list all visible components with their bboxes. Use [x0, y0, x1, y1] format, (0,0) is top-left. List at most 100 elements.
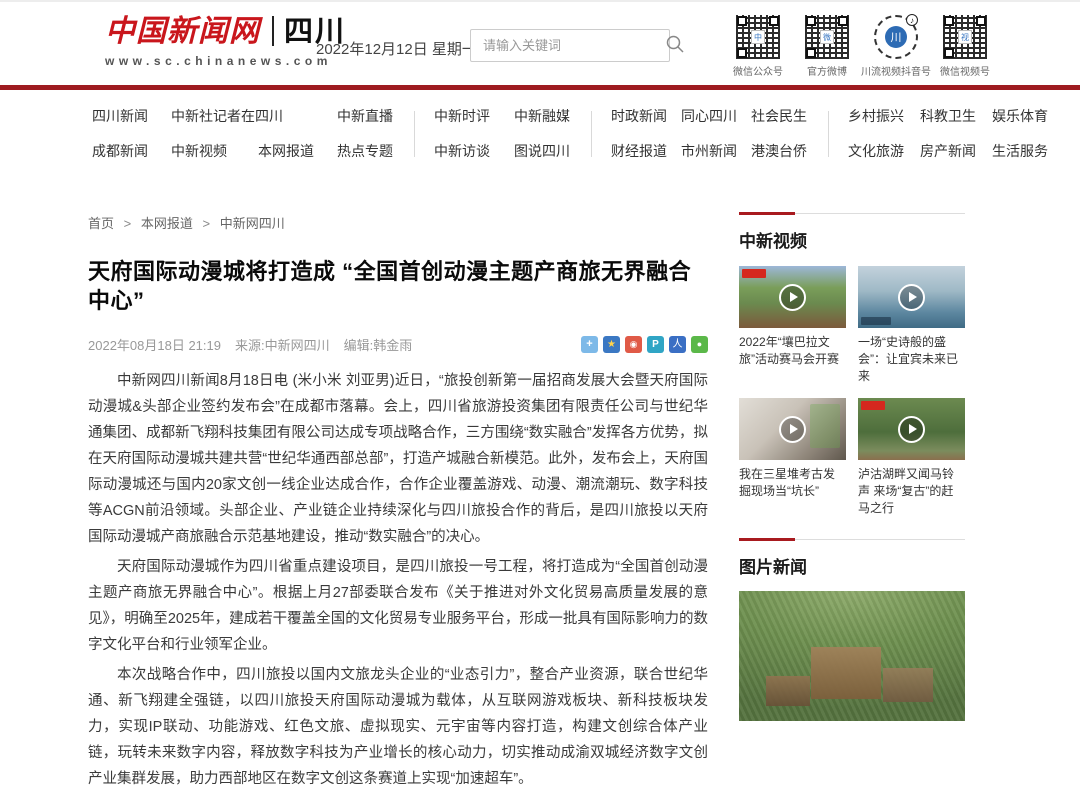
page: 中国新闻网 四川 www.sc.chinanews.com 2022年12月12…: [0, 0, 1080, 626]
nav-group-media: 中新时评 中新融媒 中新访谈 图说四川: [434, 106, 572, 161]
nav-item-live[interactable]: 中新直播: [337, 106, 395, 126]
nav-item-commentary[interactable]: 中新时评: [434, 106, 492, 126]
play-icon: [739, 266, 846, 328]
breadcrumb-current[interactable]: 中新网四川: [220, 216, 285, 231]
nav-separator: [414, 111, 415, 157]
photo-news-image[interactable]: [739, 591, 965, 721]
section-header: 中新视频: [739, 213, 965, 252]
nav-item-cns-reporters[interactable]: 中新社记者在四川: [171, 106, 316, 126]
sidebar: 中新视频 2022年“壤巴拉文旅”活动赛马会开赛: [739, 213, 965, 796]
nav-item-finance[interactable]: 财经报道: [611, 141, 669, 161]
site-url: www.sc.chinanews.com: [105, 54, 346, 68]
article-date: 2022年08月18日 21:19: [88, 335, 221, 354]
main-nav: 四川新闻 中新社记者在四川 中新直播 成都新闻 中新视频 本网报道 热点专题 中…: [0, 90, 1080, 175]
qr-wechat-channels: 视 微信视频号: [940, 15, 990, 78]
search-input[interactable]: [471, 38, 665, 53]
article-meta: 2022年08月18日 21:19 来源:中新网四川 编辑:韩金雨 + ★ ◉ …: [88, 335, 708, 354]
share-wechat-icon[interactable]: ●: [691, 336, 708, 353]
video-item[interactable]: 2022年“壤巴拉文旅”活动赛马会开赛: [739, 266, 846, 385]
nav-item-city-news[interactable]: 市州新闻: [681, 141, 739, 161]
play-icon: [858, 266, 965, 328]
video-thumbnail: [858, 398, 965, 460]
search-icon: [665, 34, 685, 57]
section-header: 图片新闻: [739, 539, 965, 578]
nav-item-science-education[interactable]: 科教卫生: [920, 106, 978, 126]
logo-brand-text: 中国新闻网: [105, 17, 260, 47]
qr-code-icon: 中: [736, 15, 780, 59]
nav-item-hot-topics[interactable]: 热点专题: [337, 141, 395, 161]
article-column: 首页 > 本网报道 > 中新网四川 天府国际动漫城将打造成 “全国首创动漫主题产…: [88, 213, 708, 796]
video-item[interactable]: 一场“史诗般的盛会”：让宜宾未来已来: [858, 266, 965, 385]
video-thumbnail: [739, 266, 846, 328]
nav-item-pictorial[interactable]: 图说四川: [514, 141, 572, 161]
site-header: 中国新闻网 四川 www.sc.chinanews.com 2022年12月12…: [0, 0, 1080, 85]
video-item[interactable]: 泸沽湖畔又闻马铃声 来场“复古”的赶马之行: [858, 398, 965, 517]
photo-news-section: 图片新闻: [739, 539, 965, 721]
breadcrumb-home[interactable]: 首页: [88, 216, 114, 231]
nav-item-sichuan-news[interactable]: 四川新闻: [92, 106, 150, 126]
nav-item-society[interactable]: 社会民生: [751, 106, 809, 126]
article-editor: 编辑:韩金雨: [344, 335, 413, 354]
article-paragraph: 中新网四川新闻8月18日电 (米小米 刘亚男)近日，“旅投创新第一届招商发展大会…: [88, 368, 708, 550]
qr-code-row: 中 微信公众号 微 官方微博 川♪ 川流视频抖音号 视 微信视频号: [733, 15, 990, 78]
nav-item-video[interactable]: 中新视频: [171, 141, 237, 161]
breadcrumb-separator: >: [124, 216, 132, 231]
nav-separator: [828, 111, 829, 157]
header-date: 2022年12月12日 星期一: [316, 38, 477, 59]
video-item[interactable]: 我在三星堆考古发掘现场当“坑长”: [739, 398, 846, 517]
share-bar: + ★ ◉ P 人 ●: [581, 336, 708, 353]
qr-round-code-icon: 川♪: [874, 15, 918, 59]
nav-group-local: 四川新闻 中新社记者在四川 中新直播 成都新闻 中新视频 本网报道 热点专题: [92, 106, 395, 161]
share-qzone-icon[interactable]: ★: [603, 336, 620, 353]
play-icon: [858, 398, 965, 460]
qr-label: 川流视频抖音号: [861, 63, 931, 78]
nav-item-interviews[interactable]: 中新访谈: [434, 141, 492, 161]
site-logo[interactable]: 中国新闻网 四川 www.sc.chinanews.com: [105, 16, 346, 68]
nav-item-converged-media[interactable]: 中新融媒: [514, 106, 572, 126]
content-area: 首页 > 本网报道 > 中新网四川 天府国际动漫城将打造成 “全国首创动漫主题产…: [0, 175, 1080, 796]
video-caption: 我在三星堆考古发掘现场当“坑长”: [739, 466, 846, 500]
article-paragraph: 天府国际动漫城作为四川省重点建设项目，是四川旅投一号工程，将打造成为“全国首创动…: [88, 554, 708, 658]
article-source: 来源:中新网四川: [235, 335, 330, 354]
article-paragraph: 本次战略合作中，四川旅投以国内文旅龙头企业的“业态引力”，整合产业资源，联合世纪…: [88, 662, 708, 792]
share-renren-icon[interactable]: 人: [669, 336, 686, 353]
nav-item-rural-revitalization[interactable]: 乡村振兴: [848, 106, 906, 126]
nav-item-chengdu-news[interactable]: 成都新闻: [92, 141, 150, 161]
search-box: [470, 29, 670, 62]
article-body: 中新网四川新闻8月18日电 (米小米 刘亚男)近日，“旅投创新第一届招商发展大会…: [88, 368, 708, 792]
share-weibo-icon[interactable]: ◉: [625, 336, 642, 353]
nav-item-real-estate[interactable]: 房产新闻: [920, 141, 978, 161]
nav-item-entertainment-sports[interactable]: 娱乐体育: [992, 106, 1050, 126]
nav-item-life-services[interactable]: 生活服务: [992, 141, 1050, 161]
logo-divider: [272, 16, 274, 46]
qr-label: 微信公众号: [733, 63, 783, 78]
search-button[interactable]: [665, 30, 685, 61]
nav-item-culture-tourism[interactable]: 文化旅游: [848, 141, 906, 161]
share-plus-icon[interactable]: +: [581, 336, 598, 353]
nav-separator: [591, 111, 592, 157]
breadcrumb-separator: >: [203, 216, 211, 231]
breadcrumb-section[interactable]: 本网报道: [141, 216, 193, 231]
share-tencent-weibo-icon[interactable]: P: [647, 336, 664, 353]
video-grid: 2022年“壤巴拉文旅”活动赛马会开赛 一场“史诗般的盛会”：让宜宾未来已来: [739, 266, 965, 517]
nav-item-hk-macao-taiwan[interactable]: 港澳台侨: [751, 141, 809, 161]
qr-label: 微信视频号: [940, 63, 990, 78]
nav-item-tongxin-sichuan[interactable]: 同心四川: [681, 106, 739, 126]
video-caption: 泸沽湖畔又闻马铃声 来场“复古”的赶马之行: [858, 466, 965, 517]
article-title: 天府国际动漫城将打造成 “全国首创动漫主题产商旅无界融合中心”: [88, 258, 708, 315]
photo-section-title: 图片新闻: [739, 553, 965, 578]
qr-code-icon: 视: [943, 15, 987, 59]
nav-group-topics: 时政新闻 同心四川 社会民生 财经报道 市州新闻 港澳台侨: [611, 106, 809, 161]
video-thumbnail: [858, 266, 965, 328]
play-icon: [739, 398, 846, 460]
video-caption: 一场“史诗般的盛会”：让宜宾未来已来: [858, 334, 965, 385]
qr-weibo: 微 官方微博: [802, 15, 852, 78]
qr-wechat-official: 中 微信公众号: [733, 15, 783, 78]
video-thumbnail: [739, 398, 846, 460]
qr-label: 官方微博: [807, 63, 847, 78]
video-section-title: 中新视频: [739, 227, 965, 252]
qr-douyin: 川♪ 川流视频抖音号: [871, 15, 921, 78]
nav-item-politics[interactable]: 时政新闻: [611, 106, 669, 126]
nav-item-site-report[interactable]: 本网报道: [258, 141, 316, 161]
qr-code-icon: 微: [805, 15, 849, 59]
